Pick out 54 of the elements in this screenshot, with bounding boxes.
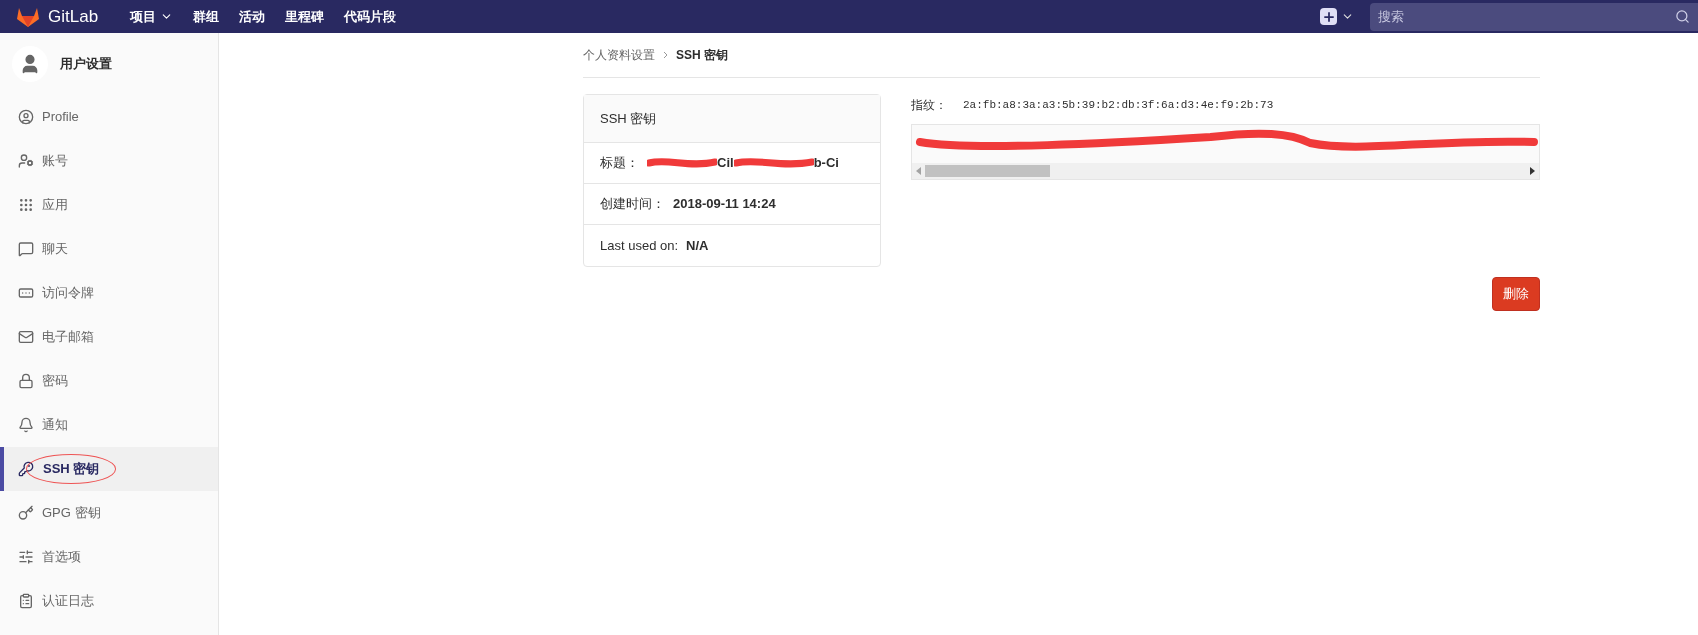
sidebar-item[interactable]: 首选项 [0,535,218,579]
sidebar-item[interactable]: Profile [0,95,218,139]
scrollbar-thumb[interactable] [925,165,1050,177]
user-circle-icon [18,109,34,125]
plus-icon [1320,8,1337,25]
delete-button[interactable]: 删除 [1492,277,1540,311]
lock-icon [18,373,34,389]
sidebar-item[interactable]: 电子邮箱 [0,315,218,359]
mail-icon [18,329,34,345]
nav-link[interactable]: 代码片段 [344,6,397,27]
field-value: b-Ci [813,154,839,173]
key-icon [18,505,34,521]
breadcrumb-link[interactable]: 个人资料设置 [583,46,655,64]
chevron-right-icon [663,51,668,59]
avatar [12,46,48,82]
breadcrumb-current: SSH 密钥 [676,47,728,64]
nav-link[interactable]: 项目 [130,6,174,27]
fingerprint-value: 2a:fb:a8:3a:a3:5b:39:b2:db:3f:6a:d3:4e:f9:2b:73 [963,97,1274,113]
grid-icon [18,197,34,213]
token-icon [18,285,34,301]
chat-icon [18,241,34,257]
new-menu-button[interactable] [1320,8,1354,25]
user-gear-icon [18,153,34,169]
field-label: 标题： [600,154,639,173]
field-value: N/A [686,236,709,255]
nav-link[interactable]: 里程碑 [285,6,325,27]
nav-link[interactable]: 活动 [239,6,266,27]
sidebar-item[interactable]: 账号 [0,139,218,183]
field-value: Cil [717,154,734,173]
list-icon [18,593,34,609]
horizontal-scrollbar[interactable] [912,163,1539,179]
sidebar-title: 用户设置 [60,55,112,74]
scroll-left-icon[interactable] [916,167,921,175]
sidebar-item[interactable]: 应用 [0,183,218,227]
sidebar-item[interactable]: 通知 [0,403,218,447]
fingerprint-label: 指纹： [911,97,947,114]
scroll-right-icon[interactable] [1530,167,1535,175]
field-label: 创建时间： [600,195,665,214]
search-icon [1675,8,1690,24]
sidebar-item[interactable]: 访问令牌 [0,271,218,315]
sidebar-item[interactable]: 密码 [0,359,218,403]
nav-link[interactable]: 群组 [193,6,220,27]
field-value: 2018-09-11 14:24 [673,195,776,214]
sliders-icon [18,549,34,565]
key-icon [18,461,34,477]
card-header: SSH 密钥 [584,95,880,143]
sidebar-item[interactable]: SSH 密钥 [0,447,218,491]
bell-icon [18,417,34,433]
search-field[interactable]: 搜索 [1370,2,1698,31]
sidebar-item[interactable]: 认证日志 [0,579,218,623]
field-label: Last used on: [600,236,679,255]
sidebar-item[interactable]: 聊天 [0,227,218,271]
sidebar-item[interactable]: GPG 密钥 [0,491,218,535]
brand-name[interactable]: GitLab [48,3,99,30]
